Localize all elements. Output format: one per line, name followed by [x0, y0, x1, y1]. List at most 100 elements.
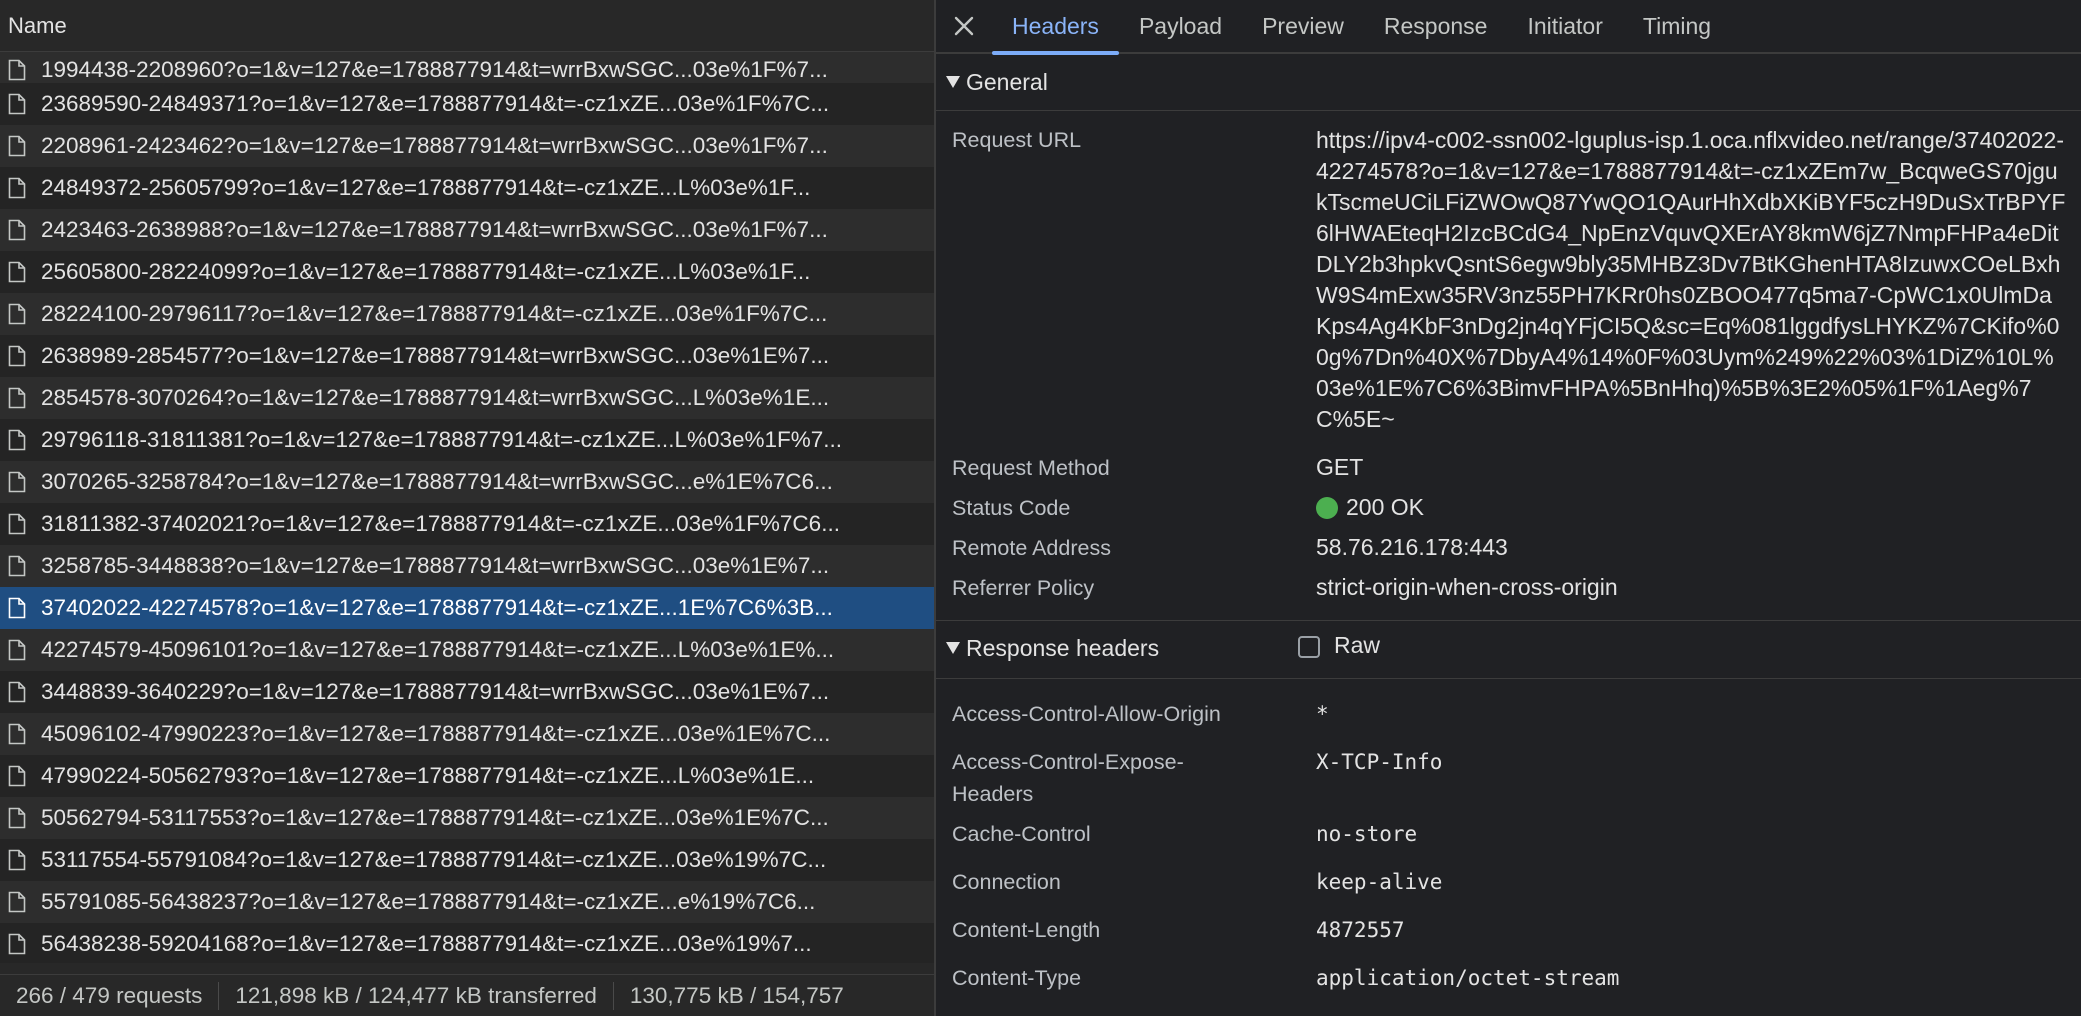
- document-icon: [8, 849, 26, 871]
- response-header-value: *: [1316, 702, 1329, 726]
- document-icon: [8, 59, 26, 81]
- request-name: 2423463-2638988?o=1&v=127&e=1788877914&t…: [41, 217, 828, 242]
- document-icon: [8, 303, 26, 325]
- tab-initiator-label: Initiator: [1527, 12, 1603, 39]
- request-name: 47990224-50562793?o=1&v=127&e=1788877914…: [41, 763, 815, 788]
- response-header-name: Connection: [952, 870, 1061, 894]
- table-row[interactable]: 50562794-53117553?o=1&v=127&e=1788877914…: [0, 797, 934, 839]
- table-row[interactable]: 25605800-28224099?o=1&v=127&e=1788877914…: [0, 251, 934, 293]
- request-details-panel: Headers Payload Preview Response Initiat…: [936, 0, 2081, 1016]
- request-url-label: Request URL: [952, 128, 1082, 152]
- response-header-name: Cache-Control: [952, 822, 1091, 846]
- request-name: 3258785-3448838?o=1&v=127&e=1788877914&t…: [41, 553, 830, 578]
- document-icon: [8, 555, 26, 577]
- status-code-value: 200 OK: [1316, 492, 2066, 523]
- table-row[interactable]: 45096102-47990223?o=1&v=127&e=1788877914…: [0, 713, 934, 755]
- document-icon: [8, 135, 26, 157]
- request-name: 24849372-25605799?o=1&v=127&e=1788877914…: [41, 175, 811, 200]
- request-name: 23689590-24849371?o=1&v=127&e=1788877914…: [41, 91, 830, 116]
- response-header-value: no-store: [1316, 822, 1418, 846]
- table-row[interactable]: 42274579-45096101?o=1&v=127&e=1788877914…: [0, 629, 934, 671]
- tab-headers[interactable]: Headers: [992, 0, 1119, 55]
- document-icon: [8, 933, 26, 955]
- tab-payload[interactable]: Payload: [1119, 0, 1242, 53]
- table-row[interactable]: 24849372-25605799?o=1&v=127&e=1788877914…: [0, 167, 934, 209]
- request-url-value: https://ipv4-c002-ssn002-lguplus-isp.1.o…: [1316, 127, 2066, 432]
- request-name: 42274579-45096101?o=1&v=127&e=1788877914…: [41, 637, 835, 662]
- table-row[interactable]: 2208961-2423462?o=1&v=127&e=1788877914&t…: [0, 125, 934, 167]
- table-row[interactable]: 2638989-2854577?o=1&v=127&e=1788877914&t…: [0, 335, 934, 377]
- request-name: 2638989-2854577?o=1&v=127&e=1788877914&t…: [41, 343, 830, 368]
- table-row[interactable]: 23689590-24849371?o=1&v=127&e=1788877914…: [0, 83, 934, 125]
- request-name: 2854578-3070264?o=1&v=127&e=1788877914&t…: [41, 385, 830, 410]
- table-row[interactable]: 2854578-3070264?o=1&v=127&e=1788877914&t…: [0, 377, 934, 419]
- table-row[interactable]: 28224100-29796117?o=1&v=127&e=1788877914…: [0, 293, 934, 335]
- details-tab-bar: Headers Payload Preview Response Initiat…: [936, 0, 2081, 55]
- tab-payload-label: Payload: [1138, 12, 1223, 39]
- raw-label[interactable]: Raw: [1334, 632, 1380, 659]
- table-row[interactable]: 29796118-31811381?o=1&v=127&e=1788877914…: [0, 419, 934, 461]
- name-column-header[interactable]: Name: [0, 0, 934, 52]
- response-header-name: Content-Length: [952, 918, 1101, 942]
- table-row[interactable]: 3258785-3448838?o=1&v=127&e=1788877914&t…: [0, 545, 934, 587]
- response-headers-section-header[interactable]: Response headers: [936, 620, 2081, 676]
- close-icon[interactable]: [936, 0, 992, 53]
- document-icon: [8, 723, 26, 745]
- response-header-value: X-TCP-Info: [1316, 750, 1443, 774]
- status-code-label: Status Code: [952, 496, 1071, 520]
- request-name: 56438238-59204168?o=1&v=127&e=1788877914…: [41, 931, 812, 956]
- request-name: 31811382-37402021?o=1&v=127&e=1788877914…: [41, 511, 840, 536]
- raw-checkbox[interactable]: [1298, 636, 1320, 658]
- table-row[interactable]: 31811382-37402021?o=1&v=127&e=1788877914…: [0, 503, 934, 545]
- table-row[interactable]: 55791085-56438237?o=1&v=127&e=1788877914…: [0, 881, 934, 923]
- table-row[interactable]: 47990224-50562793?o=1&v=127&e=1788877914…: [0, 755, 934, 797]
- tab-headers-label: Headers: [1012, 12, 1099, 39]
- request-name: 50562794-53117553?o=1&v=127&e=1788877914…: [41, 805, 829, 830]
- remote-address-value: 58.76.216.178:443: [1316, 534, 1508, 560]
- response-header-name: Access-Control-Expose-Headers: [952, 750, 1184, 806]
- request-name: 3070265-3258784?o=1&v=127&e=1788877914&t…: [41, 469, 833, 494]
- section-divider: [936, 678, 2081, 679]
- document-icon: [8, 219, 26, 241]
- request-name: 1994438-2208960?o=1&v=127&e=1788877914&t…: [41, 57, 828, 82]
- document-icon: [8, 807, 26, 829]
- table-row[interactable]: 3448839-3640229?o=1&v=127&e=1788877914&t…: [0, 671, 934, 713]
- table-row-selected[interactable]: 37402022-42274578?o=1&v=127&e=1788877914…: [0, 587, 934, 629]
- response-headers-title: Response headers: [966, 634, 1160, 661]
- tab-response[interactable]: Response: [1364, 0, 1508, 53]
- document-icon: [8, 681, 26, 703]
- general-section-header[interactable]: General: [936, 54, 2081, 110]
- tab-preview[interactable]: Preview: [1242, 0, 1364, 53]
- request-list-panel: Name 1994438-2208960?o=1&v=127&e=1788877…: [0, 0, 934, 1016]
- document-icon: [8, 177, 26, 199]
- document-icon: [8, 765, 26, 787]
- tab-timing-label: Timing: [1642, 12, 1712, 39]
- document-icon: [8, 261, 26, 283]
- transferred-size: 121,898 kB / 124,477 kB transferred: [235, 982, 597, 1008]
- table-row[interactable]: 3070265-3258784?o=1&v=127&e=1788877914&t…: [0, 461, 934, 503]
- request-name: 29796118-31811381?o=1&v=127&e=1788877914…: [41, 427, 843, 452]
- request-method-label: Request Method: [952, 456, 1110, 480]
- referrer-policy-label: Referrer Policy: [952, 576, 1095, 600]
- table-row[interactable]: 2423463-2638988?o=1&v=127&e=1788877914&t…: [0, 209, 934, 251]
- request-name: 28224100-29796117?o=1&v=127&e=1788877914…: [41, 301, 828, 326]
- request-method-value: GET: [1316, 454, 1364, 480]
- table-row[interactable]: 53117554-55791084?o=1&v=127&e=1788877914…: [0, 839, 934, 881]
- request-name: 3448839-3640229?o=1&v=127&e=1788877914&t…: [41, 679, 830, 704]
- expand-triangle-icon: [946, 76, 960, 88]
- background-page-edge: [2081, 0, 2092, 1016]
- tab-initiator[interactable]: Initiator: [1507, 0, 1622, 53]
- response-header-value: 4872557: [1316, 918, 1405, 942]
- referrer-policy-value: strict-origin-when-cross-origin: [1316, 574, 1618, 600]
- resources-size: 130,775 kB / 154,757: [629, 982, 844, 1008]
- request-name: 45096102-47990223?o=1&v=127&e=1788877914…: [41, 721, 831, 746]
- response-header-name: Access-Control-Allow-Origin: [952, 702, 1221, 726]
- request-name: 53117554-55791084?o=1&v=127&e=1788877914…: [41, 847, 827, 872]
- expand-triangle-icon: [946, 642, 960, 654]
- table-row[interactable]: 56438238-59204168?o=1&v=127&e=1788877914…: [0, 923, 934, 963]
- section-divider: [936, 110, 2081, 111]
- document-icon: [8, 891, 26, 913]
- document-icon: [8, 513, 26, 535]
- tab-timing[interactable]: Timing: [1623, 0, 1731, 53]
- status-code-text: 200 OK: [1346, 494, 1424, 520]
